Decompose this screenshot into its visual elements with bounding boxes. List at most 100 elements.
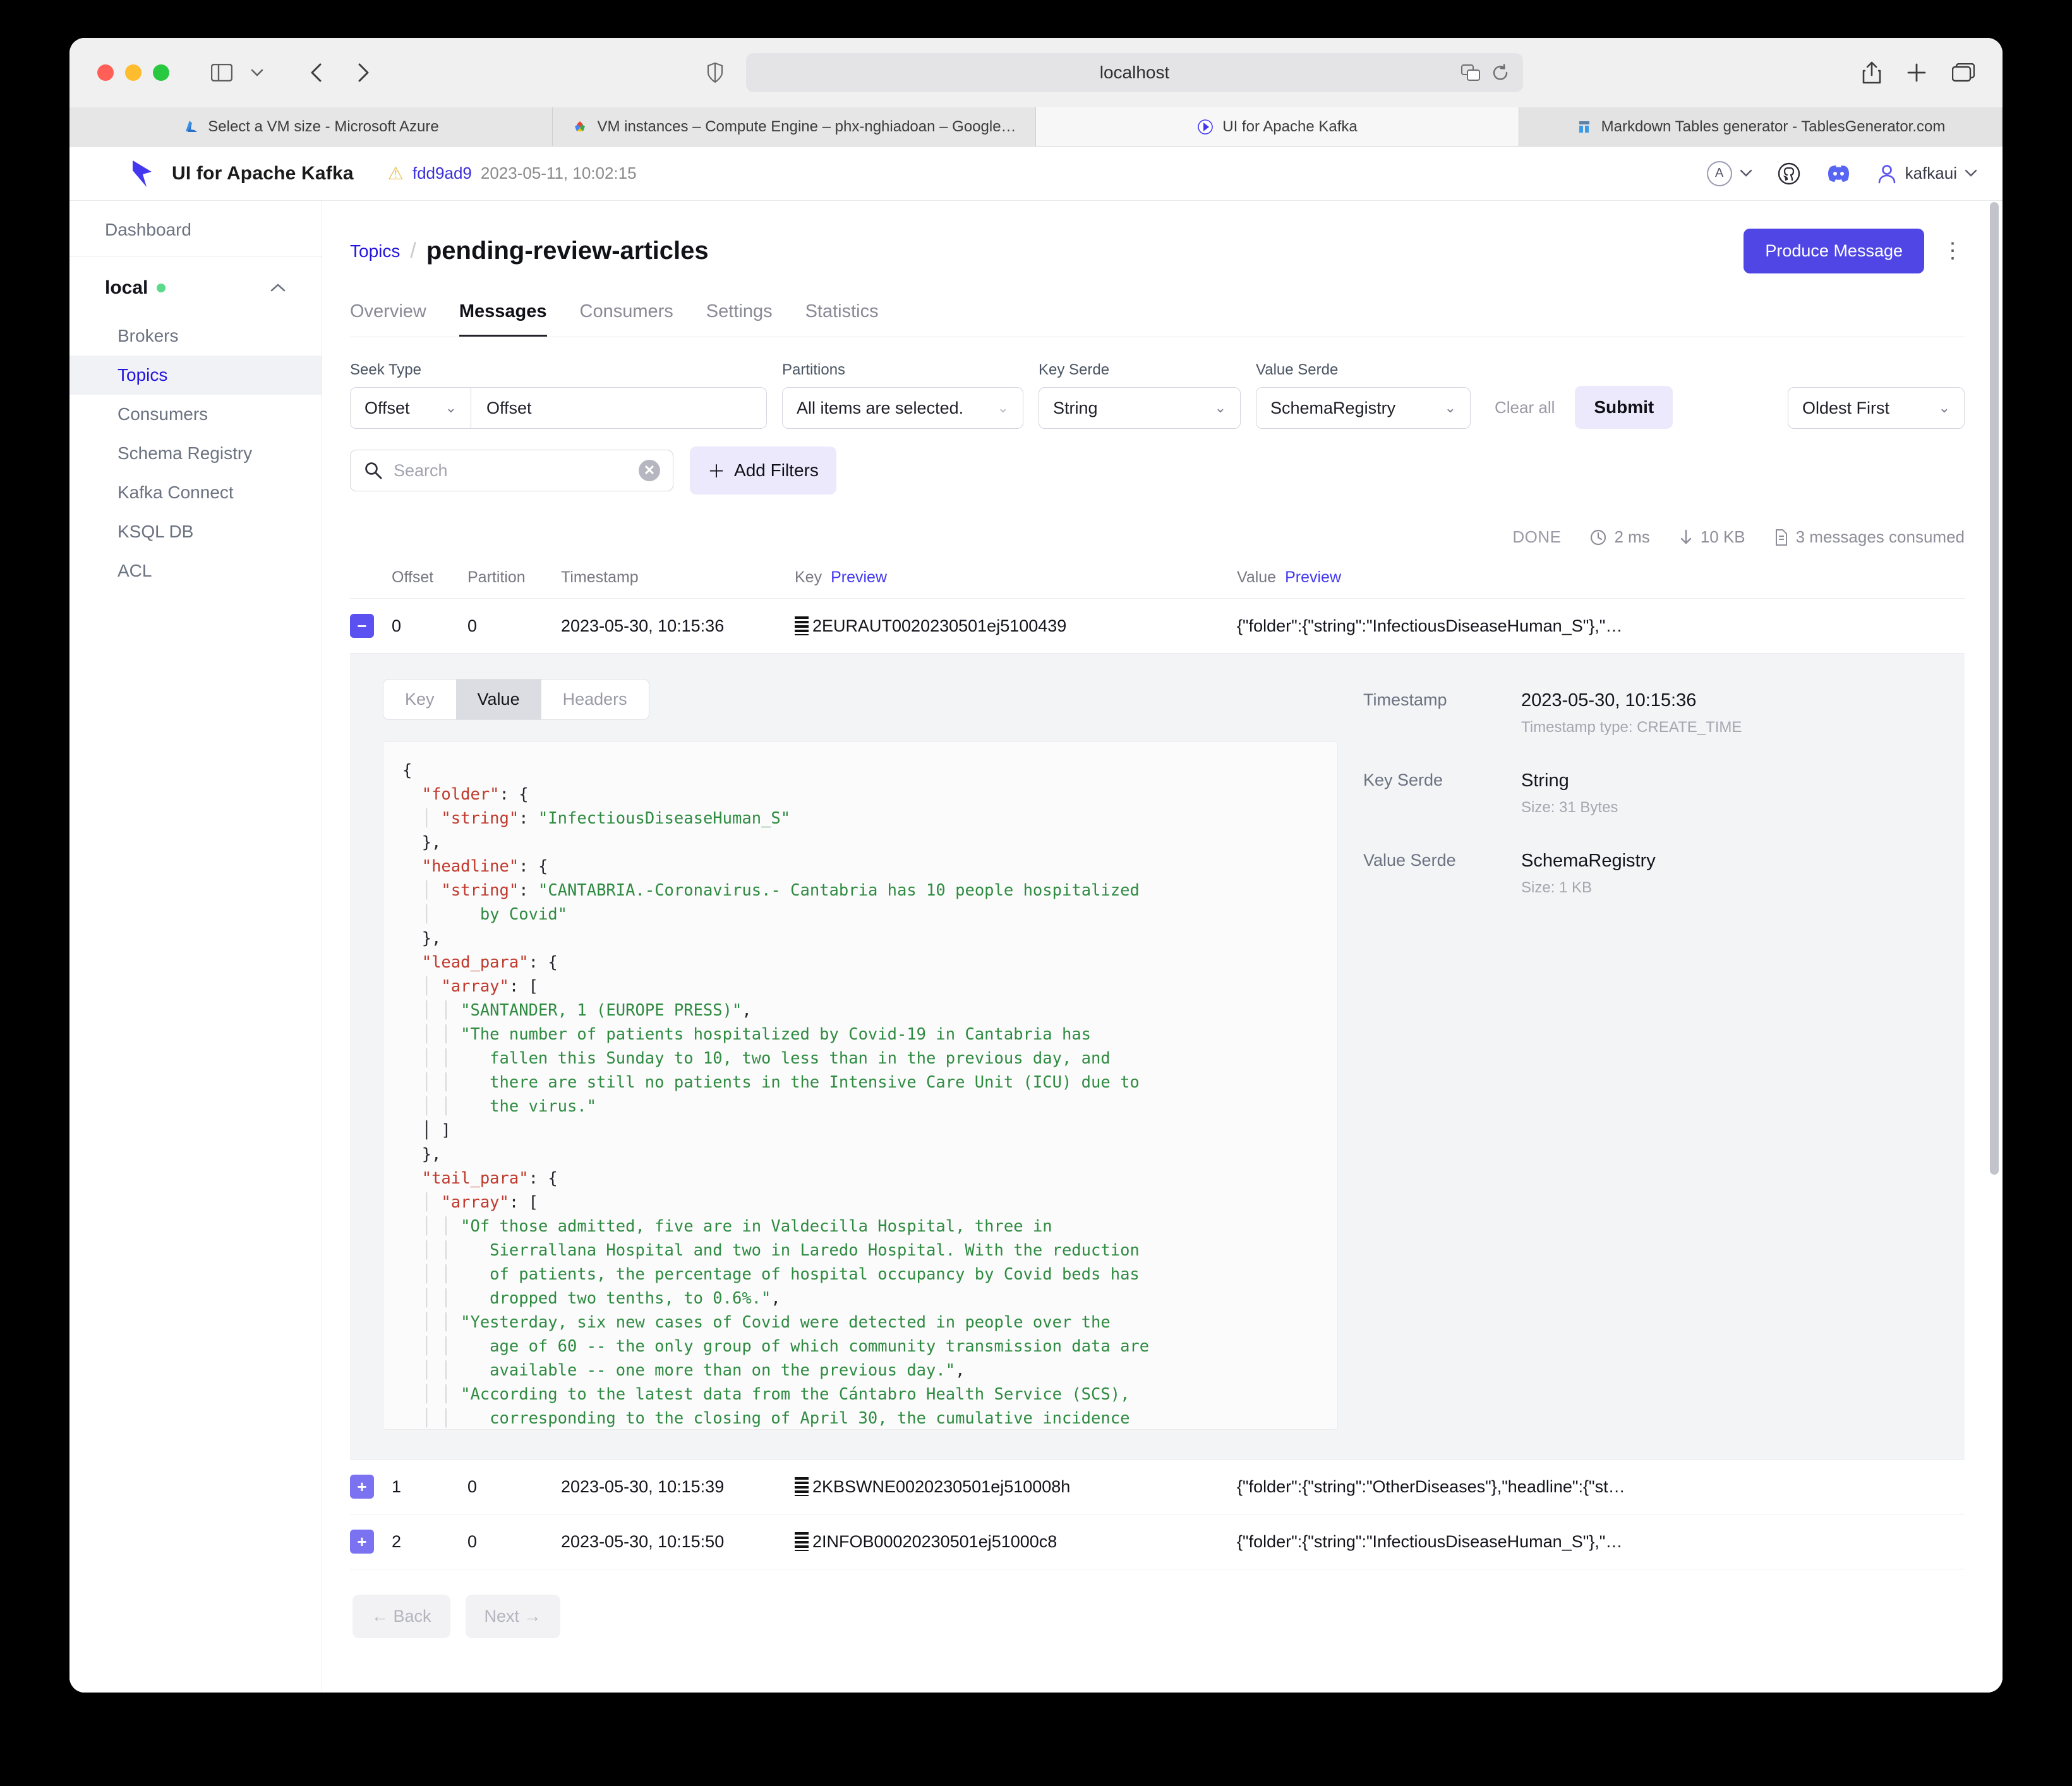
browser-tab-gcp[interactable]: VM instances – Compute Engine – phx-nghi… [553, 107, 1036, 146]
produce-message-button[interactable]: Produce Message [1744, 229, 1924, 273]
browser-window: localhost Select a VM size - Microsoft A… [69, 38, 2003, 1693]
value-preview-link[interactable]: Preview [1285, 568, 1341, 587]
value-serde-select[interactable]: SchemaRegistry ⌄ [1256, 387, 1471, 429]
expand-row-button[interactable]: + [350, 1475, 374, 1499]
table-row[interactable]: + 2 0 2023-05-30, 10:15:50 2INFOB0002023… [350, 1514, 1965, 1569]
metadata-key-serde: Key Serde String Size: 31 Bytes [1363, 770, 1932, 817]
status-elapsed-value: 2 ms [1614, 527, 1650, 546]
discord-icon[interactable] [1826, 164, 1851, 184]
version-hash[interactable]: fdd9ad9 [413, 164, 472, 183]
app-logo-link[interactable]: UI for Apache Kafka [130, 159, 354, 188]
clear-all-button[interactable]: Clear all [1495, 398, 1555, 417]
browser-tabstrip[interactable]: Select a VM size - Microsoft Azure VM in… [69, 107, 2003, 147]
add-filters-button[interactable]: ＋ Add Filters [690, 446, 836, 494]
json-viewer[interactable]: { "folder": { │ "string": "InfectiousDis… [383, 741, 1338, 1430]
sidebar-item-brokers[interactable]: Brokers [69, 316, 322, 356]
value-serde-group: Value Serde SchemaRegistry ⌄ [1256, 361, 1471, 429]
expand-row-button[interactable]: + [350, 1530, 374, 1554]
user-menu[interactable]: kafkaui [1876, 163, 1977, 184]
back-page-button[interactable]: ← Back [352, 1595, 450, 1638]
chevron-down-icon: ⌄ [445, 400, 457, 416]
tab-overview[interactable]: Overview [350, 301, 426, 337]
tab-settings[interactable]: Settings [706, 301, 773, 337]
close-window-button[interactable] [97, 64, 114, 81]
seek-type-select[interactable]: Offset ⌄ [350, 387, 471, 429]
scrollbar-thumb[interactable] [1990, 202, 1999, 1175]
search-input[interactable]: Search ✕ [350, 450, 673, 491]
maximize-window-button[interactable] [153, 64, 169, 81]
chevron-down-icon: ⌄ [1938, 400, 1950, 416]
barcode-icon [795, 1532, 809, 1551]
privacy-shield-icon[interactable] [707, 63, 723, 83]
kafka-ui-icon [1197, 119, 1214, 135]
message-metadata-section: Timestamp 2023-05-30, 10:15:36 Timestamp… [1363, 679, 1932, 1430]
metadata-value-serde: Value Serde SchemaRegistry Size: 1 KB [1363, 851, 1932, 897]
sort-order-select[interactable]: Oldest First ⌄ [1788, 387, 1965, 429]
sidebar-item-consumers[interactable]: Consumers [69, 395, 322, 434]
new-tab-icon[interactable] [1906, 63, 1927, 83]
sidebar-item-ksql-db[interactable]: KSQL DB [69, 512, 322, 551]
header-actions: A kafkaui [1706, 160, 1977, 186]
partitions-select[interactable]: All items are selected. ⌄ [782, 387, 1023, 429]
sidebar-cluster-local[interactable]: local [69, 257, 322, 316]
chevron-down-icon: ⌄ [1444, 400, 1456, 416]
table-row[interactable]: − 0 0 2023-05-30, 10:15:36 2EURAUT002023… [350, 599, 1965, 654]
username: kafkaui [1905, 164, 1957, 183]
theme-switcher[interactable]: A [1706, 160, 1752, 186]
cell-key-text: 2EURAUT0020230501ej5100439 [812, 616, 1067, 635]
filters-bar: Seek Type Offset ⌄ Offset Partitions All… [350, 361, 1965, 429]
more-options-icon[interactable]: ⋮ [1942, 240, 1965, 262]
cell-partition: 0 [467, 616, 478, 635]
submit-button[interactable]: Submit [1575, 386, 1673, 429]
payload-segmented-control[interactable]: Key Value Headers [383, 679, 649, 720]
azure-icon [183, 119, 199, 135]
sidebar-item-schema-registry[interactable]: Schema Registry [69, 434, 322, 473]
minimize-window-button[interactable] [125, 64, 142, 81]
github-icon[interactable] [1778, 162, 1800, 185]
sidebar-item-kafka-connect[interactable]: Kafka Connect [69, 473, 322, 512]
tab-consumers[interactable]: Consumers [580, 301, 673, 337]
collapse-row-button[interactable]: − [350, 614, 374, 638]
topic-tabs[interactable]: Overview Messages Consumers Settings Sta… [350, 301, 1965, 337]
segment-headers[interactable]: Headers [541, 680, 649, 719]
table-header-row: Offset Partition Timestamp Key Preview V… [350, 568, 1965, 599]
sidebar-chevron-down-icon[interactable] [240, 57, 274, 88]
share-icon[interactable] [1862, 61, 1881, 84]
browser-tab-tablesgenerator[interactable]: Markdown Tables generator - TablesGenera… [1519, 107, 2003, 146]
sidebar-toggle-icon[interactable] [205, 57, 239, 88]
tab-statistics[interactable]: Statistics [805, 301, 879, 337]
app-body: Dashboard local Brokers Topics Consumers… [69, 201, 2003, 1693]
browser-tab-kafka-ui[interactable]: UI for Apache Kafka [1036, 107, 1519, 146]
seek-type-group: Seek Type Offset ⌄ Offset [350, 361, 767, 429]
clear-search-icon[interactable]: ✕ [639, 460, 660, 481]
kafka-logo-icon [130, 159, 158, 188]
address-bar[interactable]: localhost [746, 53, 1523, 92]
seek-offset-input[interactable]: Offset [471, 387, 767, 429]
column-header-timestamp: Timestamp [561, 568, 639, 586]
back-button[interactable] [299, 57, 334, 88]
cell-timestamp: 2023-05-30, 10:15:50 [561, 1531, 725, 1551]
chevron-up-icon[interactable] [270, 283, 286, 293]
segment-value[interactable]: Value [455, 680, 541, 719]
forward-button[interactable] [346, 57, 380, 88]
table-row[interactable]: + 1 0 2023-05-30, 10:15:39 2KBSWNE002023… [350, 1459, 1965, 1514]
tab-messages[interactable]: Messages [459, 301, 547, 337]
window-controls[interactable] [97, 64, 169, 81]
key-serde-select[interactable]: String ⌄ [1039, 387, 1241, 429]
search-row: Search ✕ ＋ Add Filters [350, 446, 1965, 494]
sidebar-item-dashboard[interactable]: Dashboard [69, 220, 322, 257]
reload-icon[interactable] [1491, 64, 1509, 81]
value-serde-value: SchemaRegistry [1270, 398, 1396, 417]
key-preview-link[interactable]: Preview [831, 568, 887, 587]
translate-icon[interactable] [1461, 64, 1480, 81]
sidebar-item-topics[interactable]: Topics [69, 356, 322, 395]
tab-overview-icon[interactable] [1952, 63, 1975, 82]
sidebar-item-acl[interactable]: ACL [69, 551, 322, 590]
breadcrumb-topics-link[interactable]: Topics [350, 241, 400, 261]
browser-tab-azure[interactable]: Select a VM size - Microsoft Azure [69, 107, 553, 146]
segment-key[interactable]: Key [383, 680, 456, 719]
column-header-partition: Partition [467, 568, 526, 586]
next-page-button[interactable]: Next → [465, 1595, 560, 1638]
column-header-value: Value Preview [1237, 568, 1965, 587]
vertical-scrollbar[interactable] [1990, 201, 1999, 1693]
